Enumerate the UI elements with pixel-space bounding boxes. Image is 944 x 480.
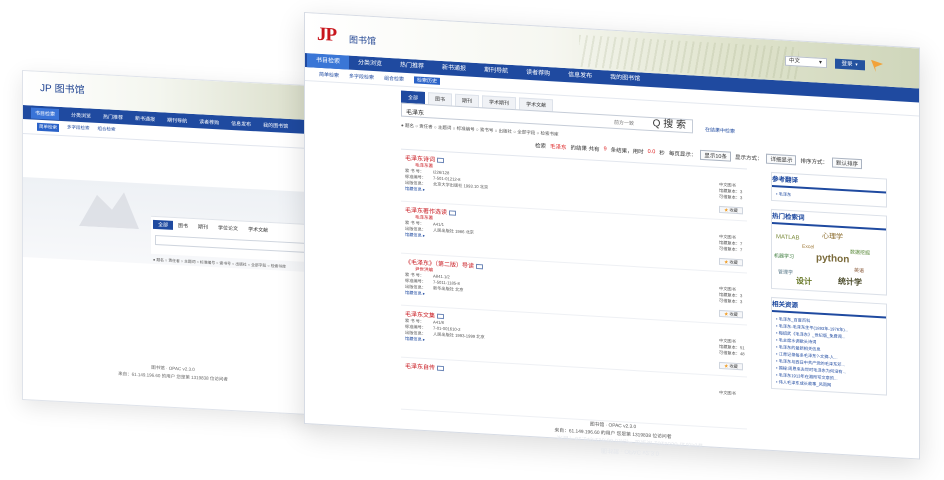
reference-box: 参考翻译 • 毛泽东 xyxy=(771,171,887,208)
favorite-button[interactable]: ★ 收藏 xyxy=(719,257,743,267)
back-subnav-item[interactable]: 组合检索 xyxy=(98,126,116,135)
back-nav-item[interactable]: 书目检索 xyxy=(31,106,60,120)
record-stats: 中文图书 馆藏复本：3 可借复本：3 xyxy=(719,286,742,305)
book-icon xyxy=(437,313,445,319)
back-nav-item[interactable]: 分类浏览 xyxy=(71,111,91,119)
back-nav-item[interactable]: 新书通报 xyxy=(135,114,155,122)
results-list: 毛泽东诗词 毛泽东著 索 书 号： I226/128 标准编号： 7-501-012… xyxy=(401,148,747,433)
cloud-term[interactable]: 设计 xyxy=(796,275,812,287)
result-time: 0.0 xyxy=(647,148,656,156)
record-stats: 中文图书 馆藏复本：3 可借复本：3 xyxy=(719,182,742,201)
front-window: JP 图书馆 中文 ▼ 登录 ▼ 书目检索 分类浏览 热门推荐 新书通报 期刊导航 … xyxy=(304,12,920,460)
nav-item-hot[interactable]: 热门推荐 xyxy=(391,58,433,74)
cloud-term[interactable]: 机器学习 xyxy=(774,252,794,260)
back-subnav-item[interactable]: 简单检索 xyxy=(37,122,59,132)
cloud-term[interactable]: MATLAB xyxy=(776,234,800,241)
result-query: 毛泽东 xyxy=(550,144,567,152)
book-icon xyxy=(437,365,445,371)
record-available: 可借复本：7 xyxy=(719,245,743,253)
star-icon: ★ xyxy=(724,259,729,265)
record-available: 可借复本：3 xyxy=(719,297,743,305)
per-page-select[interactable]: 显示10条 xyxy=(700,149,731,162)
nav-item-browse[interactable]: 分类浏览 xyxy=(349,56,391,72)
favorite-button[interactable]: ★ 收藏 xyxy=(719,205,743,215)
back-nav-item[interactable]: 热门推荐 xyxy=(103,113,123,121)
book-icon xyxy=(437,157,445,163)
search-scope-select[interactable]: 前方一致 xyxy=(614,119,634,127)
subnav-multi[interactable]: 多字段检索 xyxy=(349,73,374,81)
book-icon xyxy=(476,263,484,270)
display-label: 显示方式： xyxy=(734,154,763,163)
subnav-history[interactable]: 检索历史 xyxy=(414,76,441,85)
back-nav-item[interactable]: 读者荐购 xyxy=(199,118,219,126)
back-search-tab[interactable]: 学位论文 xyxy=(213,223,243,234)
login-button[interactable]: 登录 ▼ xyxy=(835,58,865,71)
cloud-term[interactable]: 统计学 xyxy=(838,276,862,288)
nav-item-my-library[interactable]: 我的图书馆 xyxy=(601,70,649,87)
result-label: 检索 xyxy=(535,143,547,150)
star-icon: ★ xyxy=(724,207,729,213)
nav-item-recommend[interactable]: 读者荐购 xyxy=(517,65,559,81)
sidebar: 参考翻译 • 毛泽东 热门检索词 MATLAB 心理学 Excel python… xyxy=(771,171,887,404)
front-logo-text: 图书馆 xyxy=(349,34,377,47)
subnav-combined[interactable]: 组合检索 xyxy=(384,75,404,83)
search-within-link[interactable]: 在结果中检索 xyxy=(705,126,735,135)
related-resources-box: 相关资源 • 毛泽东_百度百科 • 毛泽东-毛泽东生平(1893年-1976年)… xyxy=(771,296,887,396)
back-subnav-item[interactable]: 多字段检索 xyxy=(67,124,90,133)
result-found-pre: 的结果 共有 xyxy=(570,145,600,154)
record-type: 中文图书 xyxy=(719,389,736,396)
search-button[interactable]: Q 搜 索 xyxy=(649,118,690,132)
back-search-tab[interactable]: 学术文献 xyxy=(243,225,273,236)
nav-item-news[interactable]: 信息发布 xyxy=(559,68,601,84)
subnav-simple[interactable]: 简单检索 xyxy=(319,71,339,79)
cloud-term[interactable]: 英语 xyxy=(854,267,864,275)
favorite-button[interactable]: ★ 收藏 xyxy=(719,309,743,319)
cloud-term[interactable]: Excel xyxy=(802,244,814,251)
chevron-down-icon: ▼ xyxy=(854,61,859,67)
cloud-term[interactable]: 数据挖掘 xyxy=(850,248,870,256)
result-time-unit: 秒 xyxy=(659,150,665,157)
back-footer: 图书馆 · OPAC v2.3.0 来自：61.149.196.60 的用户 您… xyxy=(23,357,322,389)
display-mode-select[interactable]: 详细显示 xyxy=(766,153,797,166)
reference-item[interactable]: • 毛泽东 xyxy=(776,190,882,203)
book-icon xyxy=(449,210,457,216)
back-nav-item[interactable]: 期刊导航 xyxy=(167,116,187,124)
hot-terms-box: 热门检索词 MATLAB 心理学 Excel python 数据挖掘 机器学习 … xyxy=(771,208,887,296)
cloud-term[interactable]: 心理学 xyxy=(822,231,843,242)
search-field-options[interactable]: ● 题名 ○ 责任者 ○ 主题词 ○ 标准编号 ○ 索书号 ○ 出版社 ○ 全部… xyxy=(401,123,559,138)
back-search-tab[interactable]: 期刊 xyxy=(193,222,213,232)
nav-item-journals[interactable]: 期刊导航 xyxy=(475,63,517,79)
chevron-down-icon: ▼ xyxy=(818,59,823,66)
result-count: 9 xyxy=(603,146,607,153)
back-logo[interactable]: JP 图书馆 xyxy=(37,79,85,98)
back-nav-item[interactable]: 我的图书馆 xyxy=(263,121,288,129)
record-stats: 中文图书 馆藏复本：7 可借复本：7 xyxy=(719,234,742,253)
front-logo[interactable]: JP xyxy=(317,24,336,47)
sort-select[interactable]: 默认排序 xyxy=(832,157,863,170)
cloud-term[interactable]: python xyxy=(816,253,849,266)
sort-label: 排序方式： xyxy=(800,158,828,167)
nav-item-new[interactable]: 新书通报 xyxy=(433,60,475,76)
per-page-label: 每页显示： xyxy=(668,151,697,159)
nav-item-catalog[interactable]: 书目检索 xyxy=(307,53,350,70)
search-query[interactable]: 毛泽东 xyxy=(406,107,424,117)
back-search-tab[interactable]: 全部 xyxy=(153,219,174,230)
back-window: JP 图书馆 书目检索 分类浏览 热门推荐 新书通报 期刊导航 读者荐购 信息发布… xyxy=(22,70,322,416)
flag-icon[interactable] xyxy=(871,60,883,73)
star-icon: ★ xyxy=(724,311,729,317)
tag-cloud: MATLAB 心理学 Excel python 数据挖掘 机器学习 管理学 设计… xyxy=(772,224,886,295)
record-stats: 中文图书 馆藏复本：51 可借复本：48 xyxy=(719,338,745,357)
back-nav-item[interactable]: 信息发布 xyxy=(231,119,251,127)
result-found-post: 条结果，用时 xyxy=(610,147,644,156)
back-search-tab[interactable]: 图书 xyxy=(173,221,193,231)
record-stats: 中文图书 xyxy=(719,390,736,397)
record-available: 可借复本：3 xyxy=(719,193,743,201)
star-icon: ★ xyxy=(724,363,729,369)
favorite-button[interactable]: ★ 收藏 xyxy=(719,361,743,371)
cloud-term[interactable]: 管理学 xyxy=(778,268,793,276)
